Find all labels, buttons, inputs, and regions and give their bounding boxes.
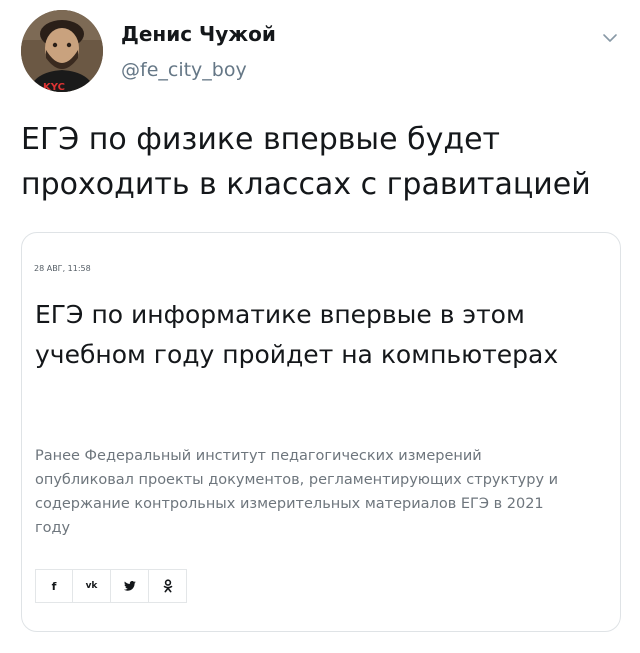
tweet-text: ЕГЭ по физике впервые будет проходить в … (21, 122, 591, 202)
avatar-shirt-text: KYC (43, 82, 65, 92)
share-twitter-button[interactable] (111, 569, 149, 603)
vk-icon: vk (85, 581, 98, 591)
chevron-down-icon[interactable] (598, 26, 622, 50)
share-odnoklassniki-button[interactable] (149, 569, 187, 603)
link-card[interactable]: 28 АВГ, 11:58 ЕГЭ по информатике впервые… (21, 232, 621, 632)
odnoklassniki-icon (163, 579, 172, 593)
share-buttons: f vk (35, 569, 187, 603)
twitter-icon (123, 581, 136, 591)
share-vk-button[interactable]: vk (73, 569, 111, 603)
facebook-icon: f (51, 579, 57, 593)
avatar[interactable]: KYC (21, 10, 103, 92)
avatar-image: KYC (21, 10, 103, 92)
share-facebook-button[interactable]: f (35, 569, 73, 603)
display-name[interactable]: Денис Чужой (121, 22, 276, 46)
tweet: KYC Денис Чужой @fe_city_boy ЕГЭ по физи… (0, 0, 640, 653)
card-date: 28 АВГ, 11:58 (34, 264, 91, 273)
card-title[interactable]: ЕГЭ по информатике впервые в этом учебно… (35, 295, 610, 375)
card-description: Ранее Федеральный институт педагогически… (35, 448, 559, 536)
user-handle[interactable]: @fe_city_boy (121, 59, 247, 81)
